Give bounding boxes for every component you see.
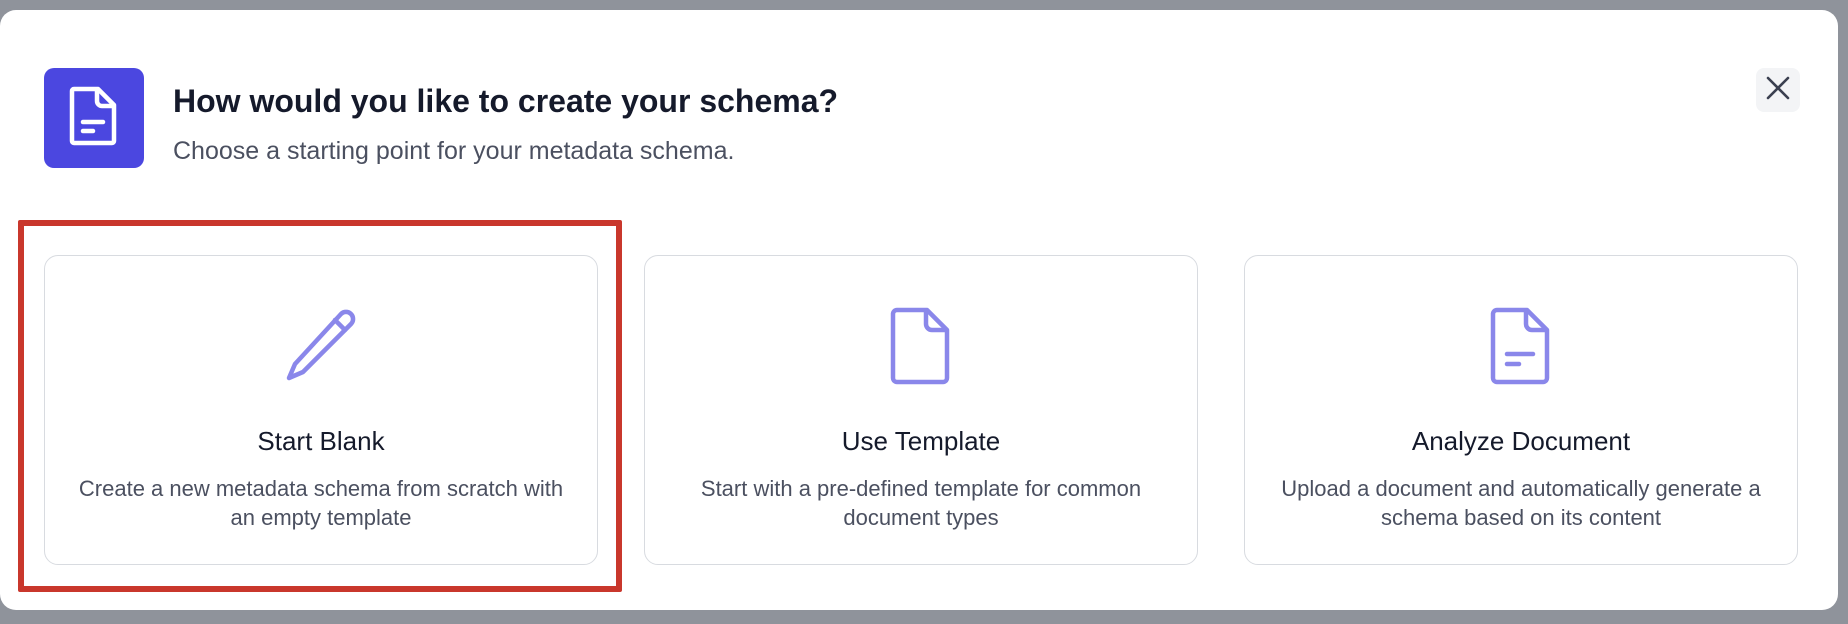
close-icon — [1764, 74, 1792, 107]
dialog-title: How would you like to create your schema… — [173, 83, 839, 119]
option-description: Start with a pre-defined template for co… — [700, 476, 1142, 530]
option-description: Create a new metadata schema from scratc… — [78, 476, 564, 530]
option-title: Start Blank — [257, 426, 385, 456]
header-icon-box — [44, 68, 144, 168]
file-icon — [881, 306, 961, 386]
document-icon — [66, 85, 122, 152]
option-title: Analyze Document — [1411, 426, 1631, 456]
dialog-subtitle: Choose a starting point for your metadat… — [173, 137, 735, 165]
option-card-start-blank[interactable]: Start Blank Create a new metadata schema… — [44, 255, 598, 565]
option-title: Use Template — [841, 426, 1001, 456]
option-card-analyze-document[interactable]: Analyze Document Upload a document and a… — [1244, 255, 1798, 565]
option-card-use-template[interactable]: Use Template Start with a pre-defined te… — [644, 255, 1198, 565]
close-button[interactable] — [1756, 68, 1800, 112]
create-schema-dialog: How would you like to create your schema… — [0, 10, 1838, 610]
pencil-icon — [281, 306, 361, 386]
document-text-icon — [1481, 306, 1561, 386]
option-description: Upload a document and automatically gene… — [1281, 476, 1761, 530]
